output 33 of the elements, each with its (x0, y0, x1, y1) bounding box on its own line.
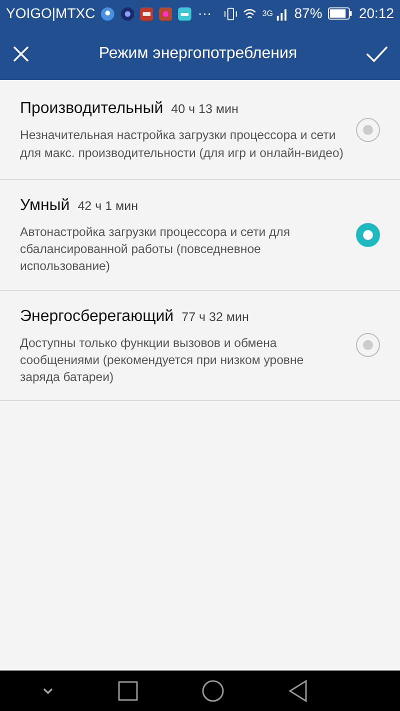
back-triangle-icon[interactable] (288, 680, 308, 702)
close-icon[interactable] (12, 44, 30, 62)
mode-name: Умный (20, 197, 70, 214)
mode-description: Автонастройка загрузки процессора и сети для сбалансированной работы (повседневное использование) (20, 224, 292, 276)
square-icon[interactable] (118, 681, 138, 701)
heart-app-icon (159, 6, 172, 20)
home-circle-icon[interactable] (202, 680, 224, 702)
mode-name: Производительный (20, 100, 164, 118)
radio-button[interactable] (356, 118, 380, 142)
battery-percent: 87% (294, 4, 322, 23)
wifi-icon (242, 6, 256, 20)
network-type: 3G (262, 8, 273, 20)
battery-icon (328, 7, 353, 20)
shield-app-icon (101, 6, 114, 20)
vibrate-icon (224, 6, 237, 20)
mode-description: Доступны только функции вызовов и обмена сообщениями (рекомендуется при низком уровне заряда батареи) (20, 334, 305, 386)
clock-time: 20:12 (358, 4, 394, 23)
signal-icon (274, 6, 288, 20)
checkmark-icon[interactable] (366, 44, 388, 62)
mode-name: Энергосберегающий (20, 308, 174, 325)
battery-time: 42 ч 1 мин (78, 199, 138, 213)
chevron-down-icon[interactable] (42, 687, 54, 695)
more-notifications: ··· (198, 4, 212, 23)
screen-title: Режим энергопотребления (98, 44, 298, 64)
game-app-icon (140, 6, 154, 20)
radio-button[interactable] (356, 222, 380, 247)
carrier-name: YOIGO|MTXC (6, 4, 96, 23)
battery-time: 77 ч 32 мин (182, 310, 249, 324)
mode-description: Незначительная настройка загрузки процессора и сети для макс. производительности (для игр и онлайн-видео) (20, 127, 344, 162)
cloud-app-icon (178, 6, 192, 20)
battery-time: 40 ч 13 мин (171, 102, 238, 116)
disc-app-icon (120, 6, 134, 20)
radio-button[interactable] (356, 333, 380, 358)
